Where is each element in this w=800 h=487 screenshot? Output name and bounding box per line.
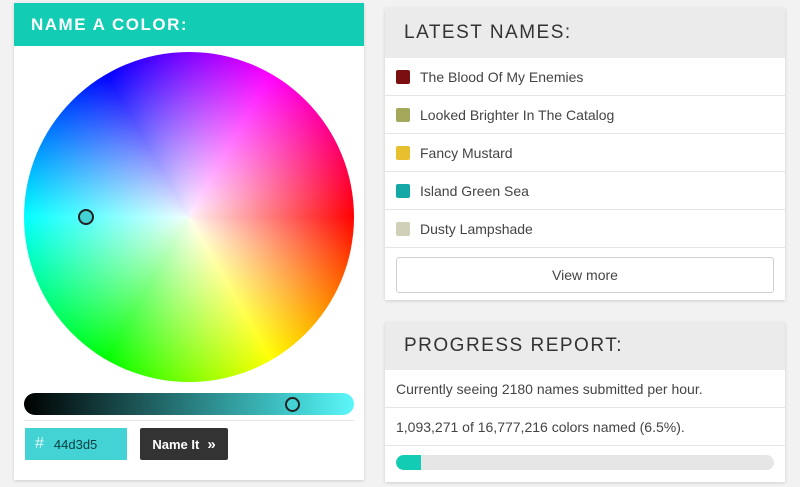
- panel-title: PROGRESS REPORT:: [385, 322, 785, 370]
- progress-report-panel: PROGRESS REPORT: Currently seeing 2180 n…: [385, 322, 785, 482]
- hex-input[interactable]: # 44d3d5: [25, 428, 127, 460]
- divider: [24, 420, 354, 421]
- brightness-slider[interactable]: [24, 393, 354, 415]
- progress-bar-fill: [396, 455, 421, 470]
- name-a-color-panel: NAME A COLOR: # 44d3d5 Name It »: [14, 3, 364, 480]
- color-name: Dusty Lampshade: [420, 220, 533, 237]
- submission-rate-text: Currently seeing 2180 names submitted pe…: [385, 370, 785, 408]
- color-swatch: [396, 145, 410, 160]
- panel-title: NAME A COLOR:: [14, 3, 364, 46]
- name-it-label: Name It: [152, 436, 200, 452]
- list-item[interactable]: Island Green Sea: [385, 172, 785, 210]
- list-item[interactable]: Dusty Lampshade: [385, 210, 785, 248]
- hex-value: 44d3d5: [53, 436, 98, 452]
- color-swatch: [396, 221, 410, 236]
- panel-title: LATEST NAMES:: [385, 8, 785, 58]
- list-item[interactable]: The Blood Of My Enemies: [385, 58, 785, 96]
- color-swatch: [396, 107, 410, 122]
- progress-bar: [396, 455, 774, 470]
- color-name: Looked Brighter In The Catalog: [420, 106, 615, 123]
- color-swatch: [396, 69, 410, 84]
- name-it-button[interactable]: Name It »: [140, 428, 228, 460]
- brightness-slider-handle[interactable]: [285, 397, 300, 412]
- color-wheel-handle[interactable]: [78, 209, 94, 225]
- double-chevron-right-icon: »: [207, 435, 216, 453]
- view-more-button[interactable]: View more: [396, 257, 774, 293]
- color-name: The Blood Of My Enemies: [420, 68, 584, 85]
- colors-named-text: 1,093,271 of 16,777,216 colors named (6.…: [385, 408, 785, 446]
- color-name: Fancy Mustard: [420, 144, 513, 161]
- list-item[interactable]: Looked Brighter In The Catalog: [385, 96, 785, 134]
- color-name: Island Green Sea: [420, 182, 529, 199]
- list-item[interactable]: Fancy Mustard: [385, 134, 785, 172]
- latest-names-panel: LATEST NAMES: The Blood Of My Enemies Lo…: [385, 8, 785, 300]
- color-swatch: [396, 183, 410, 198]
- hash-icon: #: [35, 435, 44, 452]
- color-wheel[interactable]: [24, 52, 354, 382]
